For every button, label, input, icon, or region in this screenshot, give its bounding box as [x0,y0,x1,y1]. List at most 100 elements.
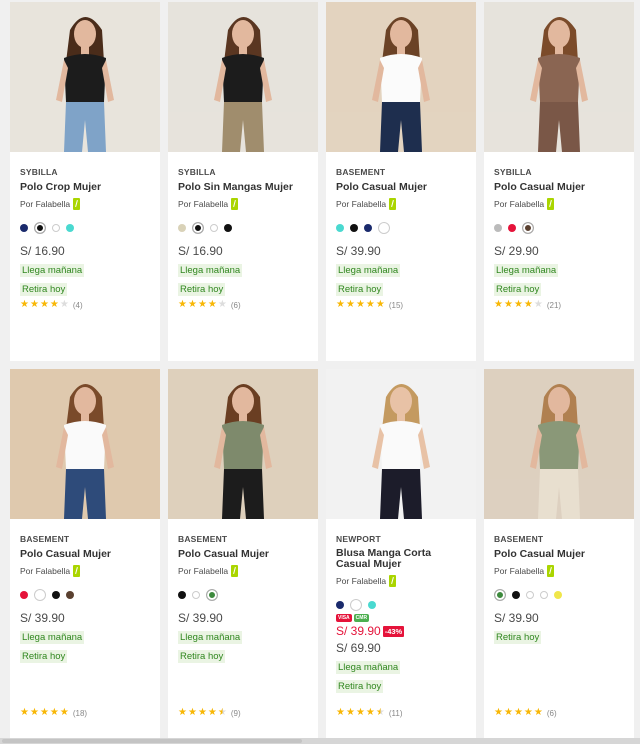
star-icon: ★ [39,299,49,310]
product-title[interactable]: Polo Casual Mujer [494,548,624,560]
product-card[interactable]: BASEMENT Polo Casual Mujer Por Falabella… [10,369,160,744]
color-swatch[interactable] [34,589,46,601]
product-image[interactable] [484,2,634,152]
star-icon: ★ [375,299,385,310]
product-photo [168,2,318,152]
pickup-tag: Retira hoy [494,283,542,296]
delivery-tag: Llega mañana [178,264,243,277]
product-brand: NEWPORT [336,534,381,544]
color-swatch[interactable] [20,591,28,599]
color-swatch[interactable] [512,591,520,599]
seller: Por Falabella [178,565,308,577]
star-icon: ★ [29,299,39,310]
color-swatch[interactable] [210,224,218,232]
product-card[interactable]: BASEMENT Polo Casual Mujer Por Falabella… [168,369,318,744]
product-card[interactable]: BASEMENT Polo Casual Mujer Por Falabella… [326,2,476,361]
product-grid: SYBILLA Polo Crop Mujer Por Falabella S/… [10,2,634,744]
product-card[interactable]: BASEMENT Polo Casual Mujer Por Falabella… [484,369,634,744]
star-icon: ★ [533,707,543,718]
falabella-badge-icon [73,198,81,210]
color-swatch[interactable] [350,599,362,611]
pickup-tag: Retira hoy [20,650,68,663]
product-image[interactable] [326,369,476,519]
rating: ★ ★ ★ ★ ★ (6) [494,708,557,718]
product-title[interactable]: Blusa Manga Corta Casual Mujer [336,548,466,570]
horizontal-scrollbar[interactable] [0,738,640,744]
color-swatch[interactable] [52,224,60,232]
color-swatches [336,598,466,612]
seller: Por Falabella [494,565,624,577]
delivery-tag: Llega mañana [494,264,559,277]
delivery-tag: Llega mañana [178,631,243,644]
product-image[interactable] [484,369,634,519]
color-swatches [494,221,624,235]
product-title[interactable]: Polo Crop Mujer [20,181,150,193]
color-swatch[interactable] [52,591,60,599]
product-card[interactable]: NEWPORT Blusa Manga Corta Casual Mujer P… [326,369,476,744]
delivery-tags: Llega mañana Retira hoy [336,258,466,296]
star-icon: ★ [20,707,29,718]
product-title[interactable]: Polo Casual Mujer [20,548,150,560]
color-swatch[interactable] [522,222,534,234]
normal-price: S/ 69.90 [336,641,381,655]
color-swatches [178,588,308,602]
delivery-tags: Llega mañana Retira hoy [20,625,150,663]
star-icon: ★ [345,707,355,718]
color-swatch[interactable] [34,222,46,234]
color-swatch[interactable] [368,601,376,609]
product-photo [10,2,160,152]
product-card[interactable]: SYBILLA Polo Crop Mujer Por Falabella S/… [10,2,160,361]
color-swatch[interactable] [178,591,186,599]
product-brand: BASEMENT [178,534,228,544]
color-swatch[interactable] [20,224,28,232]
color-swatch[interactable] [192,222,204,234]
product-title[interactable]: Polo Sin Mangas Mujer [178,181,308,193]
color-swatch[interactable] [336,601,344,609]
product-image[interactable] [10,369,160,519]
color-swatches [20,588,150,602]
product-card[interactable]: SYBILLA Polo Sin Mangas Mujer Por Falabe… [168,2,318,361]
color-swatch[interactable] [494,224,502,232]
product-photo [484,369,634,519]
scrollbar-thumb[interactable] [2,739,302,743]
delivery-tags: Llega mañana Retira hoy [178,258,308,296]
color-swatch[interactable] [178,224,186,232]
price: S/ 39.90 [494,611,539,625]
half-star-icon: ★ [217,707,227,718]
pickup-tag: Retira hoy [336,680,384,693]
star-icon: ★ [178,707,187,718]
star-icon: ★ [207,707,217,718]
color-swatch[interactable] [224,224,232,232]
half-star-icon: ★ [375,707,385,718]
star-icon: ★ [197,707,207,718]
product-image[interactable] [10,2,160,152]
delivery-tags: Retira hoy [494,625,624,644]
color-swatch[interactable] [554,591,562,599]
color-swatch[interactable] [540,591,548,599]
delivery-tags: Llega mañana Retira hoy [494,258,624,296]
product-title[interactable]: Polo Casual Mujer [494,181,624,193]
color-swatch[interactable] [192,591,200,599]
product-title[interactable]: Polo Casual Mujer [178,548,308,560]
product-image[interactable] [168,369,318,519]
seller: Por Falabella [336,198,466,210]
color-swatch[interactable] [378,222,390,234]
color-swatch[interactable] [364,224,372,232]
product-card[interactable]: SYBILLA Polo Casual Mujer Por Falabella … [484,2,634,361]
product-title[interactable]: Polo Casual Mujer [336,181,466,193]
color-swatch[interactable] [494,589,506,601]
seller-label: Por Falabella [336,199,387,209]
color-swatch[interactable] [336,224,344,232]
seller-label: Por Falabella [178,566,229,576]
product-image[interactable] [326,2,476,152]
color-swatch[interactable] [350,224,358,232]
color-swatch[interactable] [526,591,534,599]
color-swatch[interactable] [508,224,516,232]
color-swatch[interactable] [206,589,218,601]
product-photo [168,369,318,519]
product-image[interactable] [168,2,318,152]
color-swatch[interactable] [66,224,74,232]
rating: ★ ★ ★ ★ ★ (15) [336,300,403,310]
color-swatch[interactable] [66,591,74,599]
seller-label: Por Falabella [494,566,545,576]
